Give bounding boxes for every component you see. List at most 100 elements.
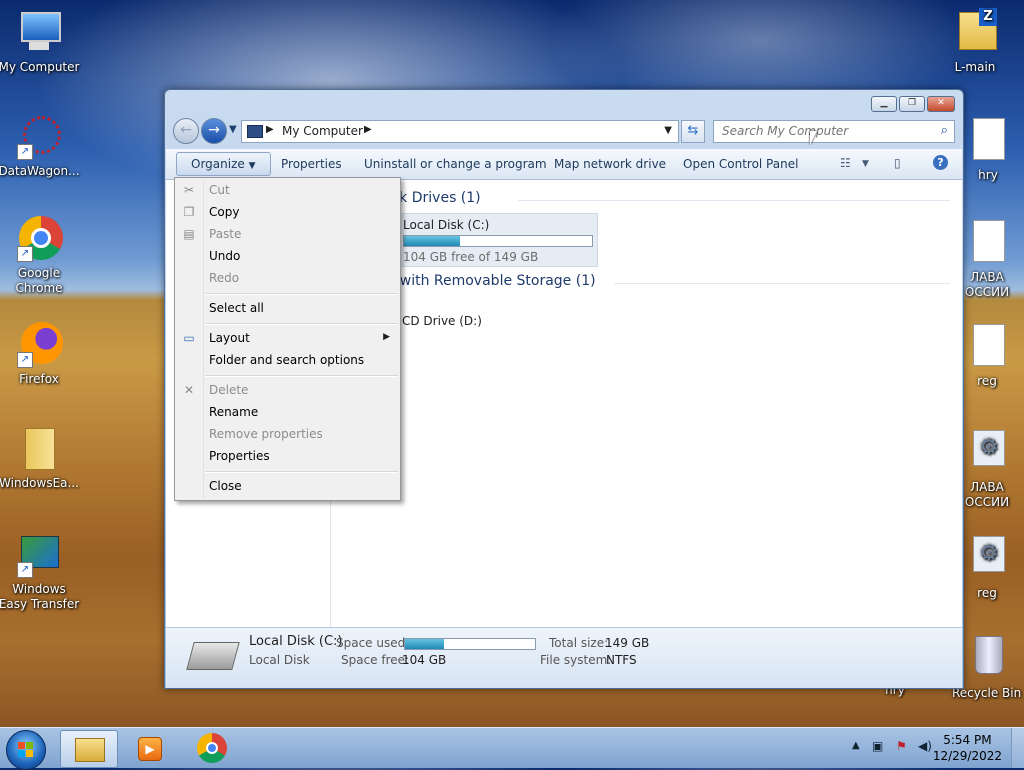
details-name: Local Disk (C:) — [249, 634, 343, 649]
address-location[interactable]: My Computer — [282, 124, 363, 138]
chevron-down-icon: ▼ — [248, 161, 256, 171]
menu-item-remove-properties[interactable]: Remove properties — [209, 427, 323, 441]
drive-name: Local Disk (C:) — [403, 218, 490, 232]
recent-pages-chevron-icon[interactable]: ▼ — [229, 124, 237, 135]
menu-item-delete[interactable]: Delete — [209, 383, 248, 397]
network-icon[interactable]: ▣ — [872, 739, 883, 753]
menu-item-properties[interactable]: Properties — [209, 449, 270, 463]
menu-item-copy[interactable]: Copy — [209, 205, 239, 219]
space-used-fill — [405, 639, 444, 649]
open-control-panel-command[interactable]: Open Control Panel — [683, 157, 798, 171]
organize-menu: ✂ Cut ❐ Copy ▤ Paste Undo Redo Select al… — [174, 177, 401, 501]
taskbar-media-player-button[interactable]: ▶ — [122, 730, 178, 766]
menu-separator — [205, 375, 398, 377]
easy-transfer-icon: ↗ — [15, 530, 63, 578]
drive-c-tile[interactable]: Local Disk (C:) 104 GB free of 149 GB — [388, 213, 598, 267]
paste-icon: ▤ — [183, 227, 195, 241]
organize-button[interactable]: Organize ▼ — [176, 152, 271, 176]
menu-separator — [205, 471, 398, 473]
preview-pane-icon[interactable]: ▯ — [894, 156, 901, 170]
clock[interactable]: 5:54 PM 12/29/2022 — [933, 732, 1002, 764]
desktop-icon-chrome[interactable]: ↗ Google Chrome — [0, 214, 81, 296]
chevron-right-icon[interactable]: ▶ — [266, 124, 274, 135]
windows-logo-icon — [18, 742, 34, 758]
navigation-bar: ← → ▼ ▶ My Computer ▶ ▼ ⇆ ⌕ — [173, 118, 955, 144]
drive-free-text: 104 GB free of 149 GB — [403, 250, 539, 264]
show-hidden-icons-icon[interactable]: ▲ — [852, 740, 860, 751]
desktop-icon-label: Firefox — [19, 372, 59, 386]
details-type: Local Disk — [249, 653, 310, 667]
computer-icon — [15, 8, 63, 56]
mouse-cursor-icon — [810, 131, 817, 145]
media-player-icon: ▶ — [138, 737, 162, 761]
minimize-button[interactable]: ▁ — [871, 96, 897, 112]
clock-time: 5:54 PM — [943, 733, 992, 747]
view-options-chevron-icon[interactable]: ▼ — [862, 159, 869, 169]
delete-icon: ✕ — [183, 383, 195, 397]
desktop-icon-windowseasy[interactable]: WindowsEa... — [0, 424, 81, 491]
change-view-icon[interactable]: ☷ — [840, 156, 851, 170]
taskbar-chrome-button[interactable] — [184, 730, 240, 766]
command-bar: Organize ▼ Properties Uninstall or chang… — [166, 149, 962, 180]
help-icon[interactable]: ? — [933, 155, 948, 170]
file-system-label: File system: — [540, 653, 612, 667]
space-used-label: Space used: — [336, 636, 410, 650]
forward-button[interactable]: → — [201, 118, 227, 144]
taskbar-explorer-button[interactable] — [60, 730, 118, 768]
menu-item-redo[interactable]: Redo — [209, 271, 239, 285]
properties-command[interactable]: Properties — [281, 157, 342, 171]
address-bar[interactable]: ▶ My Computer ▶ ▼ — [241, 120, 679, 143]
desktop-icon-easy-transfer[interactable]: ↗ Windows Easy Transfer — [0, 530, 81, 612]
divider — [614, 283, 950, 284]
menu-separator — [205, 323, 398, 325]
menu-item-close[interactable]: Close — [209, 479, 242, 493]
menu-item-undo[interactable]: Undo — [209, 249, 240, 263]
desktop-icon-datawagon[interactable]: ↗ DataWagon... — [0, 112, 81, 179]
desktop-icon-label: DataWagon... — [0, 164, 80, 178]
desktop-icon-label: Windows Easy Transfer — [0, 582, 80, 611]
desktop-icon-my-computer[interactable]: My Computer — [0, 8, 81, 75]
action-center-icon[interactable]: ⚑ — [896, 739, 907, 753]
caption-buttons: ▁ ❐ ✕ — [871, 96, 955, 112]
address-dropdown-icon[interactable]: ▼ — [664, 125, 672, 136]
copy-icon: ❐ — [183, 205, 195, 219]
group-header-hdd[interactable]: isk Drives (1) — [388, 190, 481, 206]
start-button[interactable] — [6, 730, 46, 770]
divider — [518, 200, 950, 201]
search-input[interactable] — [720, 123, 924, 139]
layout-icon: ▭ — [183, 331, 195, 345]
drive-usage-bar — [403, 235, 593, 247]
menu-item-folder-options[interactable]: Folder and search options — [209, 353, 364, 367]
volume-icon[interactable]: ◀) — [918, 739, 932, 753]
organize-label: Organize — [191, 157, 245, 171]
desktop-icon-label: L-main — [954, 60, 996, 74]
close-button[interactable]: ✕ — [927, 96, 955, 112]
desktop-icon-firefox[interactable]: ↗ Firefox — [0, 320, 81, 387]
space-free-label: Space free: — [341, 653, 410, 667]
menu-item-layout[interactable]: Layout — [209, 331, 250, 345]
uninstall-command[interactable]: Uninstall or change a program — [364, 157, 547, 171]
back-button[interactable]: ← — [173, 118, 199, 144]
desktop-icon-l-main[interactable]: Z L-main — [940, 8, 1010, 75]
maximize-button[interactable]: ❐ — [899, 96, 925, 112]
hard-drive-icon — [186, 642, 240, 670]
show-desktop-button[interactable] — [1011, 728, 1024, 768]
menu-item-paste[interactable]: Paste — [209, 227, 241, 241]
total-size-label: Total size: — [549, 636, 609, 650]
drive-usage-fill — [404, 236, 461, 246]
shortcut-arrow-icon: ↗ — [17, 562, 33, 578]
chevron-right-icon[interactable]: ▶ — [364, 124, 372, 135]
folder-icon: Z — [951, 8, 999, 56]
group-header-removable[interactable]: s with Removable Storage (1) — [388, 273, 596, 289]
drive-d-item[interactable]: CD Drive (D:) — [402, 314, 482, 328]
shortcut-arrow-icon: ↗ — [17, 352, 33, 368]
search-box[interactable]: ⌕ — [713, 120, 955, 143]
shortcut-arrow-icon: ↗ — [17, 144, 33, 160]
computer-icon — [247, 125, 263, 138]
map-network-drive-command[interactable]: Map network drive — [554, 157, 666, 171]
menu-item-cut[interactable]: Cut — [209, 183, 230, 197]
search-icon[interactable]: ⌕ — [941, 123, 948, 138]
menu-item-select-all[interactable]: Select all — [209, 301, 264, 315]
refresh-button[interactable]: ⇆ — [681, 120, 705, 143]
menu-item-rename[interactable]: Rename — [209, 405, 258, 419]
